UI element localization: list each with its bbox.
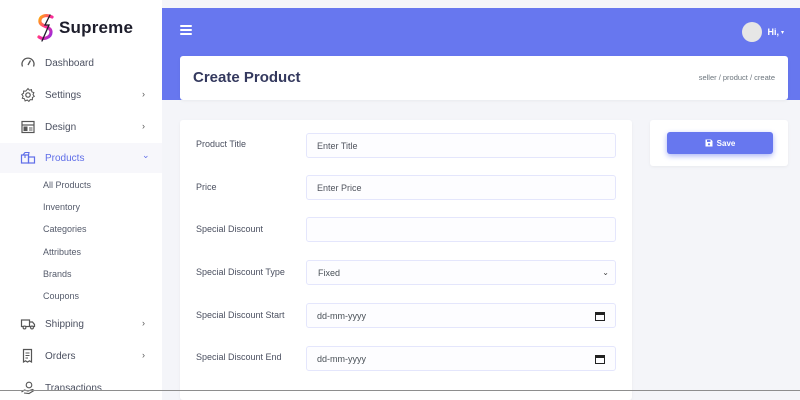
page-title: Create Product bbox=[193, 69, 301, 86]
floppy-disk-icon bbox=[705, 139, 713, 147]
special-discount-start-label: Special Discount Start bbox=[196, 310, 285, 320]
product-title-input[interactable] bbox=[306, 133, 616, 158]
chevron-right-icon: › bbox=[142, 318, 145, 328]
gauge-icon bbox=[20, 55, 36, 71]
sidebar-item-design[interactable]: Design › bbox=[0, 112, 162, 142]
sidebar-subitem-attributes[interactable]: Attributes bbox=[43, 247, 81, 257]
special-discount-input[interactable] bbox=[306, 217, 616, 242]
hand-coin-icon bbox=[20, 380, 36, 396]
date-placeholder: dd-mm-yyyy bbox=[317, 310, 366, 321]
caret-down-icon: ▾ bbox=[780, 29, 784, 36]
sidebar-item-label: Orders bbox=[45, 351, 76, 362]
selected-option: Fixed bbox=[318, 267, 341, 278]
sidebar-subitem-brands[interactable]: Brands bbox=[43, 269, 72, 279]
user-menu[interactable]: Hi, ▾ bbox=[742, 22, 784, 42]
sidebar-item-label: Products bbox=[45, 153, 85, 164]
special-discount-type-label: Special Discount Type bbox=[196, 267, 285, 277]
save-button[interactable]: Save bbox=[667, 132, 773, 154]
sidebar-item-orders[interactable]: Orders › bbox=[0, 341, 162, 371]
chevron-down-icon: ⌄ bbox=[142, 150, 150, 160]
product-form-card: Product Title Price Special Discount Spe… bbox=[180, 120, 632, 400]
sidebar-item-label: Shipping bbox=[45, 319, 84, 330]
sidebar-item-label: Transactions bbox=[45, 383, 102, 394]
sidebar-item-products[interactable]: Products ⌄ bbox=[0, 143, 162, 173]
receipt-icon bbox=[20, 348, 36, 364]
brand-name: Supreme bbox=[59, 18, 134, 37]
sidebar-subitem-categories[interactable]: Categories bbox=[43, 224, 87, 234]
sidebar-item-transactions[interactable]: Transactions bbox=[0, 373, 162, 400]
sidebar-item-shipping[interactable]: Shipping › bbox=[0, 309, 162, 339]
page-header-card: Create Product seller / product / create bbox=[180, 56, 788, 100]
sidebar-item-settings[interactable]: Settings › bbox=[0, 80, 162, 110]
boxes-icon bbox=[20, 150, 36, 166]
brand-logo[interactable]: Supreme bbox=[36, 12, 133, 44]
price-label: Price bbox=[196, 182, 217, 192]
breadcrumb[interactable]: seller / product / create bbox=[699, 73, 775, 82]
window-bottom-border bbox=[0, 390, 800, 391]
sidebar-subitem-all-products[interactable]: All Products bbox=[43, 180, 91, 190]
special-discount-label: Special Discount bbox=[196, 224, 264, 234]
special-discount-end-date[interactable]: dd-mm-yyyy bbox=[306, 346, 616, 371]
actions-card: Save bbox=[650, 120, 788, 166]
save-button-label: Save bbox=[716, 138, 736, 148]
avatar[interactable] bbox=[742, 22, 763, 42]
date-placeholder: dd-mm-yyyy bbox=[317, 353, 366, 364]
chevron-right-icon: › bbox=[142, 121, 145, 131]
product-title-label: Product Title bbox=[196, 139, 247, 149]
sidebar-item-dashboard[interactable]: Dashboard bbox=[0, 48, 162, 78]
chevron-down-icon: ⌄ bbox=[602, 268, 609, 277]
chevron-right-icon: › bbox=[142, 350, 145, 360]
user-greeting: Hi, bbox=[767, 27, 779, 37]
layout-icon bbox=[20, 119, 36, 135]
sidebar-item-label: Design bbox=[45, 122, 77, 133]
sidebar-subitem-coupons[interactable]: Coupons bbox=[43, 291, 79, 301]
special-discount-type-select[interactable]: Fixed ⌄ bbox=[306, 260, 616, 285]
calendar-icon[interactable] bbox=[595, 354, 605, 364]
calendar-icon[interactable] bbox=[595, 311, 605, 321]
sidebar-item-label: Settings bbox=[45, 90, 82, 101]
sidebar-subitem-inventory[interactable]: Inventory bbox=[43, 202, 80, 212]
sidebar: Supreme Dashboard Settings › Design › Pr… bbox=[0, 0, 162, 400]
special-discount-start-date[interactable]: dd-mm-yyyy bbox=[306, 303, 616, 328]
truck-icon bbox=[20, 316, 36, 332]
special-discount-end-label: Special Discount End bbox=[196, 352, 282, 362]
gear-icon bbox=[20, 87, 36, 103]
price-input[interactable] bbox=[306, 175, 616, 200]
chevron-right-icon: › bbox=[142, 89, 145, 99]
hamburger-menu-icon[interactable] bbox=[180, 25, 192, 35]
brand-mark-icon bbox=[37, 14, 54, 42]
sidebar-item-label: Dashboard bbox=[45, 58, 94, 69]
